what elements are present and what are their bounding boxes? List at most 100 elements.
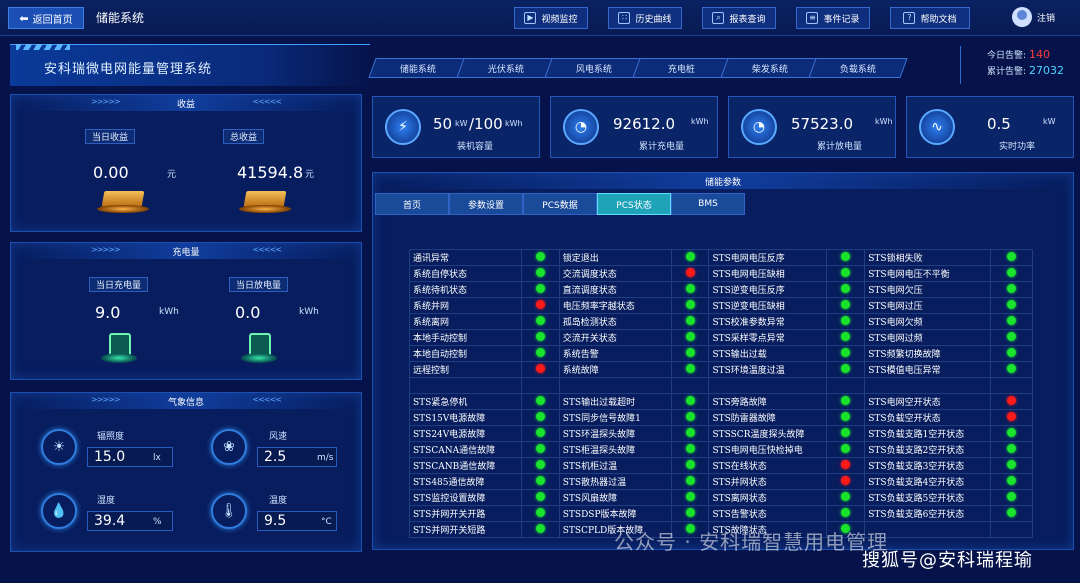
green-status-icon bbox=[1007, 299, 1017, 309]
green-status-icon bbox=[1007, 443, 1017, 453]
status-label: STS锁相失败 bbox=[864, 249, 992, 266]
status-indicator-cell bbox=[670, 297, 710, 314]
green-status-icon bbox=[1007, 315, 1017, 325]
green-status-icon bbox=[685, 427, 695, 437]
tab-pcs-data[interactable]: PCS数据 bbox=[523, 193, 597, 215]
green-status-icon bbox=[535, 443, 545, 453]
capacity-power-unit: kW bbox=[455, 119, 468, 128]
spacer-cell bbox=[409, 377, 522, 394]
status-label: STS机柜过温 bbox=[558, 457, 672, 474]
video-monitor-button[interactable]: ▶ 视频监控 bbox=[514, 7, 588, 29]
status-label: STS电网电压反序 bbox=[708, 249, 828, 266]
status-indicator-cell bbox=[520, 521, 560, 538]
status-label: STS离网状态 bbox=[708, 489, 828, 506]
tab-pcs-status[interactable]: PCS状态 bbox=[597, 193, 671, 215]
tab-load[interactable]: 负载系统 bbox=[808, 58, 908, 78]
green-status-icon bbox=[535, 491, 545, 501]
green-status-icon bbox=[685, 411, 695, 421]
report-query-button[interactable]: ⌕ 报表查询 bbox=[702, 7, 776, 29]
status-indicator-cell bbox=[520, 457, 560, 474]
today-alarm-value[interactable]: 140 bbox=[1029, 48, 1050, 61]
realtime-power-label: 实时功率 bbox=[999, 142, 1036, 152]
revenue-panel: >>>>> 收益 <<<<< 当日收益 总收益 0.00 元 41594.8 元 bbox=[10, 94, 362, 232]
status-indicator-cell bbox=[670, 489, 710, 506]
lightning-icon: ⚡ bbox=[385, 109, 421, 145]
status-label: STSCANA通信故障 bbox=[409, 441, 522, 458]
status-indicator-cell bbox=[826, 441, 866, 458]
green-status-icon bbox=[685, 299, 695, 309]
status-row: STS并网开关开路 STSDSP版本故障 STS告警状态 STS负载支路6空开状态 bbox=[409, 505, 1033, 522]
tab-charger[interactable]: 充电桩 bbox=[632, 58, 732, 78]
status-indicator-cell bbox=[990, 473, 1033, 490]
tab-pv[interactable]: 光伏系统 bbox=[456, 58, 556, 78]
green-status-icon bbox=[685, 491, 695, 501]
capacity-power-value: 50 bbox=[433, 115, 453, 133]
fan-icon: ❀ bbox=[211, 429, 247, 465]
status-row: STS监控设置故障 STS风扇故障 STS离网状态 STS负载支路5空开状态 bbox=[409, 489, 1033, 506]
tab-label: 参数设置 bbox=[467, 200, 504, 211]
status-label: 系统待机状态 bbox=[409, 281, 522, 298]
event-log-button[interactable]: ≡ 事件记录 bbox=[796, 7, 870, 29]
red-status-icon bbox=[1007, 395, 1017, 405]
green-status-icon bbox=[841, 331, 851, 341]
green-status-icon bbox=[1007, 491, 1017, 501]
red-status-icon bbox=[841, 459, 851, 469]
status-indicator-cell bbox=[520, 505, 560, 522]
total-charge-unit: kWh bbox=[691, 117, 709, 126]
green-status-icon bbox=[685, 475, 695, 485]
help-doc-button[interactable]: ? 帮助文档 bbox=[890, 7, 970, 29]
status-label: STSCANB通信故障 bbox=[409, 457, 522, 474]
energy-panel: >>>>> 充电量 <<<<< 当日充电量 当日放电量 9.0 kWh 0.0 … bbox=[10, 242, 362, 380]
tab-diesel[interactable]: 柴发系统 bbox=[720, 58, 820, 78]
status-row: STSCANB通信故障 STS机柜过温 STS在线状态 STS负载支路3空开状态 bbox=[409, 457, 1033, 474]
tab-home[interactable]: 首页 bbox=[375, 193, 449, 215]
status-label: STS负载支路2空开状态 bbox=[864, 441, 992, 458]
status-indicator-cell bbox=[826, 329, 866, 346]
green-status-icon bbox=[685, 347, 695, 357]
tab-param-settings[interactable]: 参数设置 bbox=[449, 193, 523, 215]
status-label: STS散热器过温 bbox=[558, 473, 672, 490]
green-status-icon bbox=[535, 459, 545, 469]
history-curve-button[interactable]: ∷ 历史曲线 bbox=[608, 7, 682, 29]
green-status-icon bbox=[535, 395, 545, 405]
status-indicator-cell bbox=[520, 297, 560, 314]
status-indicator-cell bbox=[826, 473, 866, 490]
green-status-icon bbox=[685, 315, 695, 325]
tab-label: PCS状态 bbox=[616, 200, 652, 211]
status-label: 系统告警 bbox=[558, 345, 672, 362]
status-label: STS15V电源故障 bbox=[409, 409, 522, 426]
total-alarm-value[interactable]: 27032 bbox=[1029, 64, 1064, 77]
gold-coin-icon bbox=[239, 189, 291, 215]
search-icon: ⌕ bbox=[712, 12, 725, 24]
red-status-icon bbox=[535, 363, 545, 373]
irradiance-unit: lx bbox=[153, 453, 161, 463]
tab-bms[interactable]: BMS bbox=[671, 193, 745, 215]
status-label: STS校准参数异常 bbox=[708, 313, 828, 330]
status-row: STS485通信故障 STS散热器过温 STS并网状态 STS负载支路4空开状态 bbox=[409, 473, 1033, 490]
green-status-icon bbox=[535, 427, 545, 437]
capacity-energy-value: /100 bbox=[469, 115, 503, 133]
weather-panel: >>>>> 气象信息 <<<<< ☀ 辐照度 15.0 lx ❀ 风速 2.5 … bbox=[10, 392, 362, 552]
total-charge-value: 92612.0 bbox=[613, 115, 676, 133]
status-label: 锁定退出 bbox=[558, 249, 672, 266]
tab-label: PCS数据 bbox=[542, 200, 578, 211]
daily-discharge-value: 0.0 bbox=[235, 303, 261, 322]
tab-label: 光伏系统 bbox=[487, 64, 524, 75]
status-indicator-cell bbox=[826, 457, 866, 474]
status-row: 通讯异常 锁定退出 STS电网电压反序 STS锁相失败 bbox=[409, 249, 1033, 266]
green-status-icon bbox=[841, 411, 851, 421]
tab-storage[interactable]: 储能系统 bbox=[368, 58, 468, 78]
green-status-icon bbox=[1007, 347, 1017, 357]
green-status-icon bbox=[841, 299, 851, 309]
back-home-button[interactable]: ⬅ 返回首页 bbox=[8, 7, 84, 29]
sun-icon: ☀ bbox=[41, 429, 77, 465]
spacer-cell bbox=[670, 377, 710, 394]
logout-button[interactable]: 注销 bbox=[1012, 7, 1055, 27]
status-indicator-cell bbox=[520, 281, 560, 298]
tab-label: 储能系统 bbox=[399, 64, 436, 75]
status-indicator-cell bbox=[520, 425, 560, 442]
green-status-icon bbox=[535, 315, 545, 325]
gold-coin-icon bbox=[97, 189, 149, 215]
tab-wind[interactable]: 风电系统 bbox=[544, 58, 644, 78]
logout-label: 注销 bbox=[1037, 13, 1056, 24]
